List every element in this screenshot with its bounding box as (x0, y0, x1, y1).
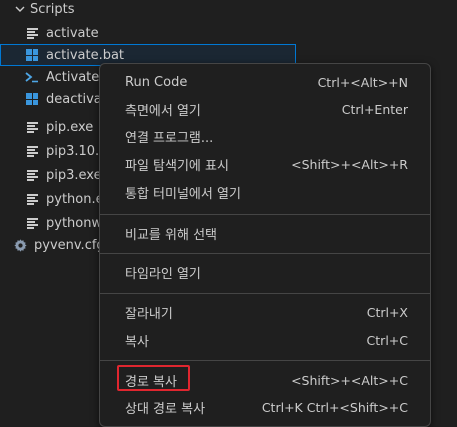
menu-separator (100, 360, 430, 361)
menu-separator (100, 293, 430, 294)
file-lines-icon (24, 143, 40, 159)
menu-item-run-code[interactable]: Run Code Ctrl+<Alt>+N (104, 69, 426, 95)
menu-item-shortcut: Ctrl+X (366, 304, 408, 320)
menu-item-reveal-in-explorer[interactable]: 파일 탐색기에 표시 <Shift>+<Alt>+R (104, 151, 426, 177)
menu-item-label: 측면에서 열기 (125, 103, 201, 119)
chevron-down-icon (15, 6, 25, 12)
menu-item-shortcut: <Shift>+<Alt>+C (291, 372, 408, 388)
menu-item-copy[interactable]: 복사 Ctrl+C (104, 327, 426, 353)
highlight-box (117, 365, 190, 391)
menu-item-open-timeline[interactable]: 타임라인 열기 (104, 259, 426, 285)
menu-item-label: 통합 터미널에서 열기 (125, 186, 241, 202)
menu-item-open-in-terminal[interactable]: 통합 터미널에서 열기 (104, 179, 426, 205)
file-label: pip3.exe (46, 167, 102, 183)
file-label: pyvenv.cfg (34, 237, 105, 253)
gear-icon (12, 237, 28, 253)
menu-separator (100, 253, 430, 254)
menu-item-label: 타임라인 열기 (125, 266, 201, 282)
file-lines-icon (24, 25, 40, 41)
menu-item-label: 상대 경로 복사 (125, 401, 206, 417)
file-label: deactivat (46, 91, 107, 107)
menu-item-open-to-side[interactable]: 측면에서 열기 Ctrl+Enter (104, 96, 426, 122)
folder-label: Scripts (30, 1, 75, 17)
menu-item-shortcut: Ctrl+Enter (341, 101, 408, 117)
menu-item-label: 파일 탐색기에 표시 (125, 158, 229, 174)
menu-item-cut[interactable]: 잘라내기 Ctrl+X (104, 299, 426, 325)
menu-item-label: 비교를 위해 선택 (125, 227, 217, 243)
menu-item-shortcut: Ctrl+<Alt>+N (317, 74, 408, 90)
file-lines-icon (24, 215, 40, 231)
windows-icon (24, 91, 40, 107)
menu-separator (100, 214, 430, 215)
menu-item-open-with[interactable]: 연결 프로그램... (104, 123, 426, 149)
menu-item-shortcut: <Shift>+<Alt>+R (291, 156, 408, 172)
file-label: pythonw. (46, 215, 106, 231)
file-label: activate (46, 25, 99, 41)
menu-item-label: 잘라내기 (125, 306, 173, 322)
menu-item-shortcut: Ctrl+K Ctrl+<Shift>+C (261, 399, 408, 415)
menu-item-select-for-compare[interactable]: 비교를 위해 선택 (104, 220, 426, 246)
file-lines-icon (24, 191, 40, 207)
file-lines-icon (24, 119, 40, 135)
menu-item-shortcut: Ctrl+C (366, 332, 408, 348)
file-lines-icon (24, 167, 40, 183)
windows-icon (24, 47, 40, 63)
file-label: activate.bat (46, 47, 125, 63)
menu-item-label: 연결 프로그램... (125, 130, 214, 146)
menu-item-label: Run Code (125, 74, 188, 90)
menu-item-label: 복사 (125, 334, 149, 350)
context-menu: Run Code Ctrl+<Alt>+N 측면에서 열기 Ctrl+Enter… (99, 63, 431, 427)
powershell-icon (24, 69, 40, 85)
file-label: pip.exe (46, 119, 94, 135)
file-activate[interactable]: activate (0, 22, 296, 44)
menu-item-copy-relative-path[interactable]: 상대 경로 복사 Ctrl+K Ctrl+<Shift>+C (104, 394, 426, 420)
folder-scripts[interactable]: Scripts (0, 0, 296, 20)
